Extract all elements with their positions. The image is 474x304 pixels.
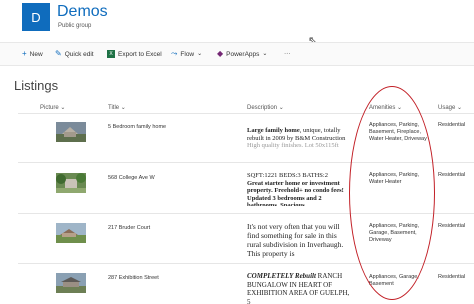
listing-usage: Residential [438, 274, 466, 280]
column-header-title[interactable]: Title ⌄ [108, 104, 126, 111]
column-header-label: Usage [438, 105, 456, 111]
column-header-usage[interactable]: Usage ⌄ [438, 104, 462, 111]
powerapps-label: PowerApps [226, 50, 260, 58]
listing-usage: Residential [438, 122, 466, 128]
flow-icon: ⤳ [171, 49, 178, 58]
column-header-label: Picture [40, 105, 59, 111]
description-faded: High quality finishes. Lot 50x115ft [247, 142, 339, 149]
pencil-icon: ✎ [55, 49, 62, 58]
column-header-label: Description [247, 105, 278, 111]
listing-description: COMPLETELY Rebuilt RANCH BUNGALOW IN HEA… [247, 272, 352, 304]
site-logo-letter: D [31, 9, 41, 25]
listing-photo[interactable] [56, 273, 86, 293]
site-logo[interactable]: D [22, 3, 50, 31]
listing-photo[interactable] [56, 173, 86, 193]
listing-photo[interactable] [56, 122, 86, 142]
new-button[interactable]: + New [22, 50, 43, 58]
site-subtitle: Public group [58, 23, 92, 29]
chevron-down-icon: ⌄ [60, 105, 66, 111]
site-title[interactable]: Demos [57, 3, 108, 21]
listing-usage: Residential [438, 223, 466, 229]
export-to-excel-label: Export to Excel [118, 50, 162, 58]
export-to-excel-button[interactable]: X Export to Excel [107, 50, 162, 58]
listing-description: SQFT:1221 BEDS:3 BATHS:2 Great starter h… [247, 172, 352, 206]
listing-photo[interactable] [56, 223, 86, 243]
flow-button[interactable]: ⤳ Flow ⌄ [171, 50, 202, 58]
quick-edit-button[interactable]: ✎ Quick edit [55, 50, 94, 58]
annotation-oval [349, 86, 435, 300]
chevron-down-icon: ⌄ [197, 51, 203, 57]
chevron-down-icon: ⌄ [278, 105, 284, 111]
flow-label: Flow [180, 50, 195, 58]
listing-title[interactable]: 217 Bruder Court [108, 225, 150, 231]
chevron-down-icon: ⌄ [120, 105, 126, 111]
chevron-down-icon: ⌄ [262, 51, 268, 57]
quick-edit-label: Quick edit [64, 50, 94, 58]
powerapps-button[interactable]: ◆ PowerApps ⌄ [217, 50, 267, 58]
listing-description: It's not very often that you will find s… [247, 222, 344, 258]
description-bold: Large family home [247, 127, 300, 134]
chevron-down-icon: ⌄ [457, 105, 463, 111]
listing-description: Large family home, unique, totally rebui… [247, 127, 352, 151]
plus-icon: + [22, 49, 27, 58]
more-icon: ··· [284, 50, 291, 57]
new-label: New [29, 50, 43, 58]
listing-title[interactable]: 287 Exhibition Street [108, 275, 159, 281]
more-actions-button[interactable]: ··· [284, 50, 291, 57]
description-bold: Great starter home or investment propert… [247, 179, 344, 207]
column-header-label: Title [108, 105, 120, 111]
column-header-picture[interactable]: Picture ⌄ [40, 104, 65, 111]
listing-title[interactable]: 5 Bedroom family home [108, 124, 166, 130]
column-header-description[interactable]: Description ⌄ [247, 104, 284, 111]
list-title: Listings [14, 78, 59, 93]
description-text: SQFT:1221 BEDS:3 BATHS:2 [247, 172, 328, 179]
description-italic: COMPLETELY Rebuilt [247, 272, 316, 280]
listing-usage: Residential [438, 172, 466, 178]
powerapps-icon: ◆ [217, 49, 224, 58]
listing-title[interactable]: 568 College Ave W [108, 175, 155, 181]
excel-icon: X [107, 50, 115, 58]
